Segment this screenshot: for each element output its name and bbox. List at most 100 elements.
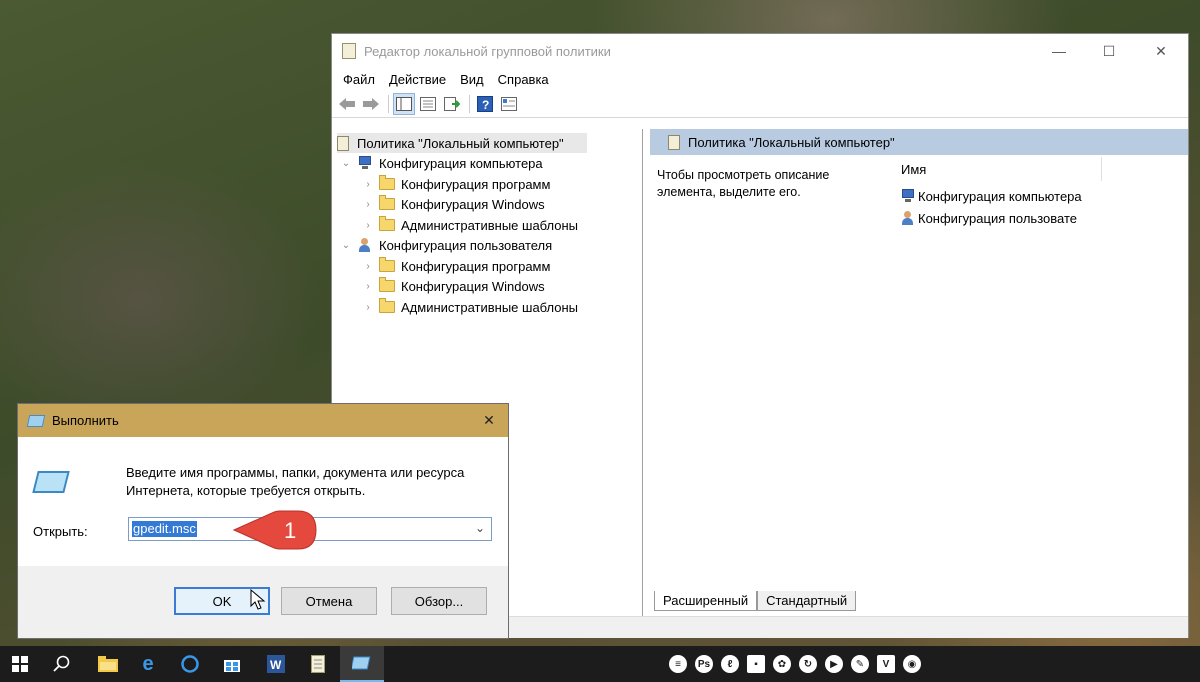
chevron-down-icon[interactable]: ⌄ <box>475 521 485 535</box>
tree-item-label: Конфигурация Windows <box>401 196 545 212</box>
tree-computer-config[interactable]: ⌄ Конфигурация компьютера <box>339 153 543 173</box>
tree-user-config-label: Конфигурация пользователя <box>379 237 553 253</box>
description-text: Чтобы просмотреть описание элемента, выд… <box>657 168 830 199</box>
chevron-down-icon[interactable]: ⌄ <box>339 158 353 169</box>
maximize-button[interactable]: ☐ <box>1086 34 1132 68</box>
details-pane: Политика "Локальный компьютер" Чтобы про… <box>650 129 1188 637</box>
run-message: Введите имя программы, папки, документа … <box>126 465 465 498</box>
list-item[interactable]: Конфигурация пользовате <box>900 208 1077 228</box>
policy-icon <box>668 134 680 150</box>
tab-standard[interactable]: Стандартный <box>757 591 857 611</box>
gp-titlebar[interactable]: Редактор локальной групповой политики — … <box>332 34 1188 68</box>
play-icon[interactable]: ▶ <box>825 655 843 673</box>
chevron-right-icon[interactable]: › <box>361 261 375 272</box>
menu-help[interactable]: Справка <box>491 72 556 87</box>
tray-app-icon[interactable]: ≡ <box>669 655 687 673</box>
column-header-label: Имя <box>901 161 927 177</box>
run-title: Выполнить <box>52 413 119 428</box>
chrome-icon[interactable]: ◉ <box>903 655 921 673</box>
export-list-icon[interactable] <box>441 93 463 115</box>
tree-root-label: Политика "Локальный компьютер" <box>357 135 564 151</box>
svg-text:W: W <box>270 658 282 672</box>
policy-icon <box>342 43 356 59</box>
callout-number: 1 <box>284 518 296 543</box>
minimize-button[interactable]: — <box>1036 34 1082 68</box>
tree-item[interactable]: › Конфигурация программ <box>361 256 550 276</box>
toolbar: ? <box>332 90 1188 118</box>
tree-item[interactable]: › Конфигурация программ <box>361 174 550 194</box>
store-icon[interactable] <box>212 646 252 682</box>
notepad-icon[interactable] <box>298 646 338 682</box>
photoshop-icon[interactable]: Ps <box>695 655 713 673</box>
folder-icon <box>379 277 395 292</box>
menu-bar: Файл Действие Вид Справка <box>332 68 1188 90</box>
forward-arrow-icon[interactable] <box>360 93 382 115</box>
tray-app-icon[interactable]: ℓ <box>721 655 739 673</box>
properties-icon[interactable] <box>417 93 439 115</box>
menu-action[interactable]: Действие <box>382 72 453 87</box>
word-icon[interactable]: W <box>256 646 296 682</box>
tray-app-icon[interactable]: ✿ <box>773 655 791 673</box>
tab-extended[interactable]: Расширенный <box>654 591 758 611</box>
groove-music-icon[interactable] <box>170 646 210 682</box>
computer-icon <box>357 156 373 170</box>
tree-item-label: Конфигурация программ <box>401 176 551 192</box>
toolbar-separator <box>388 94 389 113</box>
windows-start-icon[interactable] <box>0 646 40 682</box>
browse-button[interactable]: Обзор... <box>391 587 487 615</box>
menu-file[interactable]: Файл <box>336 72 382 87</box>
policy-icon <box>337 135 349 151</box>
run-app-icon <box>32 471 70 493</box>
chevron-right-icon[interactable]: › <box>361 220 375 231</box>
tree-root[interactable]: Политика "Локальный компьютер" <box>337 133 587 153</box>
tree-item[interactable]: › Конфигурация Windows <box>361 276 545 296</box>
column-header-name[interactable]: Имя <box>896 157 1102 181</box>
cancel-button[interactable]: Отмена <box>281 587 377 615</box>
image-icon[interactable]: ▪ <box>747 655 765 673</box>
details-header: Политика "Локальный компьютер" <box>650 129 1188 155</box>
mouse-cursor-icon <box>250 589 266 610</box>
tree-user-config[interactable]: ⌄ Конфигурация пользователя <box>339 235 552 255</box>
edge-icon[interactable]: e <box>128 646 168 682</box>
run-titlebar[interactable]: Выполнить ✕ <box>18 404 508 437</box>
run-close-button[interactable]: ✕ <box>466 404 512 437</box>
search-icon[interactable] <box>42 646 82 682</box>
close-button[interactable]: ✕ <box>1138 34 1184 68</box>
tree-item-label: Административные шаблоны <box>401 217 579 233</box>
back-arrow-icon[interactable] <box>336 93 358 115</box>
gp-window-title: Редактор локальной групповой политики <box>364 43 611 59</box>
svg-text:?: ? <box>482 98 489 112</box>
vim-icon[interactable]: V <box>877 655 895 673</box>
user-icon <box>900 211 916 225</box>
list-item-label: Конфигурация пользовате <box>918 210 1077 226</box>
show-tree-icon[interactable] <box>393 92 415 115</box>
filter-view-icon[interactable] <box>498 93 520 115</box>
run-icon <box>26 414 46 427</box>
tree-item-label: Конфигурация Windows <box>401 278 545 294</box>
chevron-right-icon[interactable]: › <box>361 179 375 190</box>
folder-icon <box>379 195 395 210</box>
help-icon[interactable]: ? <box>474 93 496 115</box>
chevron-right-icon[interactable]: › <box>361 281 375 292</box>
tree-item[interactable]: › Административные шаблоны <box>361 297 578 317</box>
run-taskbar-icon[interactable] <box>340 646 384 682</box>
menu-view[interactable]: Вид <box>453 72 491 87</box>
folder-icon <box>379 257 395 272</box>
user-icon <box>357 238 373 252</box>
tree-computer-config-label: Конфигурация компьютера <box>379 155 543 171</box>
toolbar-separator <box>469 94 470 113</box>
folder-icon <box>379 216 395 231</box>
tree-item[interactable]: › Конфигурация Windows <box>361 194 545 214</box>
tree-item-label: Конфигурация программ <box>401 258 551 274</box>
folder-icon <box>379 175 395 190</box>
open-input-value[interactable]: gpedit.msc <box>132 521 197 537</box>
tree-item[interactable]: › Административные шаблоны <box>361 215 578 235</box>
chevron-right-icon[interactable]: › <box>361 199 375 210</box>
open-label: Открыть: <box>33 524 88 539</box>
list-item[interactable]: Конфигурация компьютера <box>900 186 1082 206</box>
chevron-down-icon[interactable]: ⌄ <box>339 240 353 251</box>
tray-app-icon[interactable]: ✎ <box>851 655 869 673</box>
tray-app-icon[interactable]: ↻ <box>799 655 817 673</box>
file-explorer-icon[interactable] <box>88 646 128 682</box>
chevron-right-icon[interactable]: › <box>361 302 375 313</box>
